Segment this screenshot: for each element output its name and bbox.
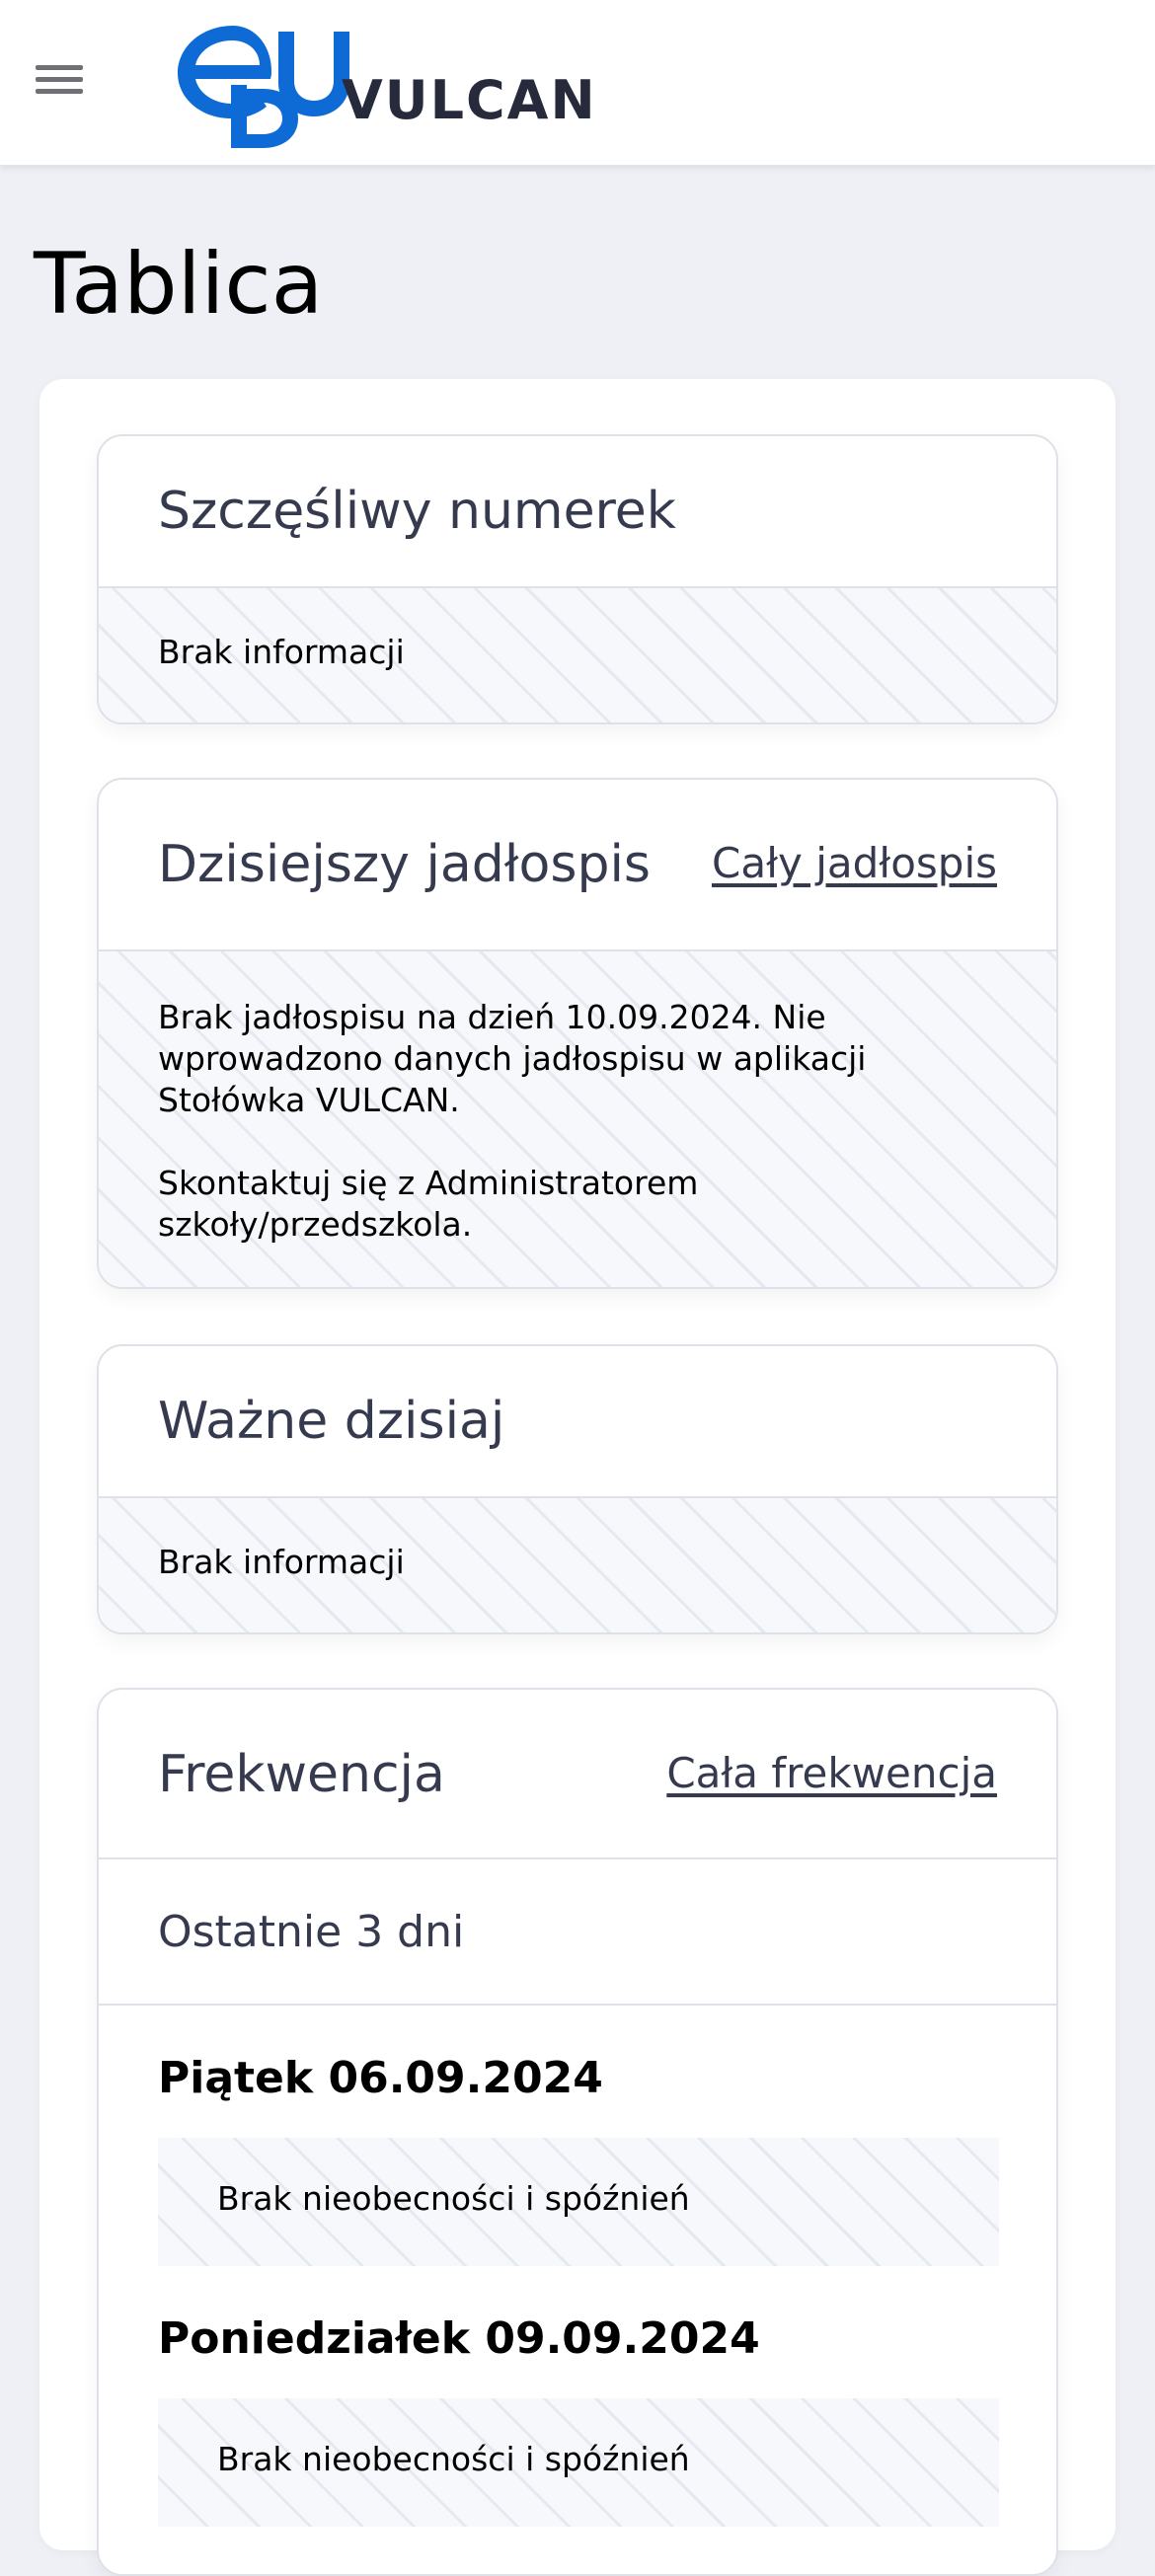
menu-contact-line: szkoły/przedszkola. — [158, 1205, 473, 1244]
card-header: Szczęśliwy numerek — [99, 436, 1056, 588]
card-body: Brak informacji — [99, 1498, 1056, 1632]
attendance-day-title: Piątek 06.09.2024 — [158, 2053, 603, 2103]
card-title: Ważne dzisiaj — [158, 1392, 505, 1451]
attendance-day-title: Poniedziałek 09.09.2024 — [158, 2313, 760, 2364]
menu-card: Dzisiejszy jadłospis Cały jadłospis Brak… — [97, 778, 1058, 1289]
important-info: Brak informacji — [158, 1543, 405, 1581]
card-title: Frekwencja — [158, 1745, 445, 1804]
attendance-day-status: Brak nieobecności i spóźnień — [158, 2138, 999, 2266]
attendance-card: Frekwencja Cała frekwencja Ostatnie 3 dn… — [97, 1688, 1058, 2576]
lucky-number-info: Brak informacji — [158, 633, 405, 671]
attendance-status-text: Brak nieobecności i spóźnień — [217, 2179, 690, 2218]
attendance-day-status: Brak nieobecności i spóźnień — [158, 2398, 999, 2527]
attendance-period: Ostatnie 3 dni — [158, 1907, 465, 1957]
card-header: Dzisiejszy jadłospis Cały jadłospis — [99, 780, 1056, 951]
menu-info-line: wprowadzono danych jadłospisu w aplikacj… — [158, 1039, 867, 1078]
card-header: Ważne dzisiaj — [99, 1346, 1056, 1498]
menu-info-line: Brak jadłospisu na dzień 10.09.2024. Nie — [158, 998, 826, 1036]
attendance-period-header: Ostatnie 3 dni — [99, 1859, 1056, 2006]
card-header: Frekwencja Cała frekwencja — [99, 1690, 1056, 1859]
card-title: Szczęśliwy numerek — [158, 482, 676, 541]
hamburger-menu-icon[interactable] — [36, 65, 89, 99]
page-title: Tablica — [34, 235, 324, 334]
attendance-status-text: Brak nieobecności i spóźnień — [217, 2440, 690, 2478]
edu-vulcan-logo[interactable]: VULCAN — [172, 22, 606, 148]
card-title: Dzisiejszy jadłospis — [158, 835, 652, 894]
full-menu-link[interactable]: Cały jadłospis — [712, 839, 997, 887]
lucky-number-card: Szczęśliwy numerek Brak informacji — [97, 434, 1058, 724]
card-body: Brak informacji — [99, 588, 1056, 722]
menu-info-line: Stołówka VULCAN. — [158, 1081, 460, 1119]
app-header: VULCAN — [0, 0, 1155, 166]
card-body: Brak jadłospisu na dzień 10.09.2024. Nie… — [99, 951, 1056, 1287]
important-today-card: Ważne dzisiaj Brak informacji — [97, 1344, 1058, 1634]
full-attendance-link[interactable]: Cała frekwencja — [666, 1749, 997, 1797]
menu-contact-line: Skontaktuj się z Administratorem — [158, 1164, 699, 1202]
logo-text: VULCAN — [342, 69, 597, 131]
